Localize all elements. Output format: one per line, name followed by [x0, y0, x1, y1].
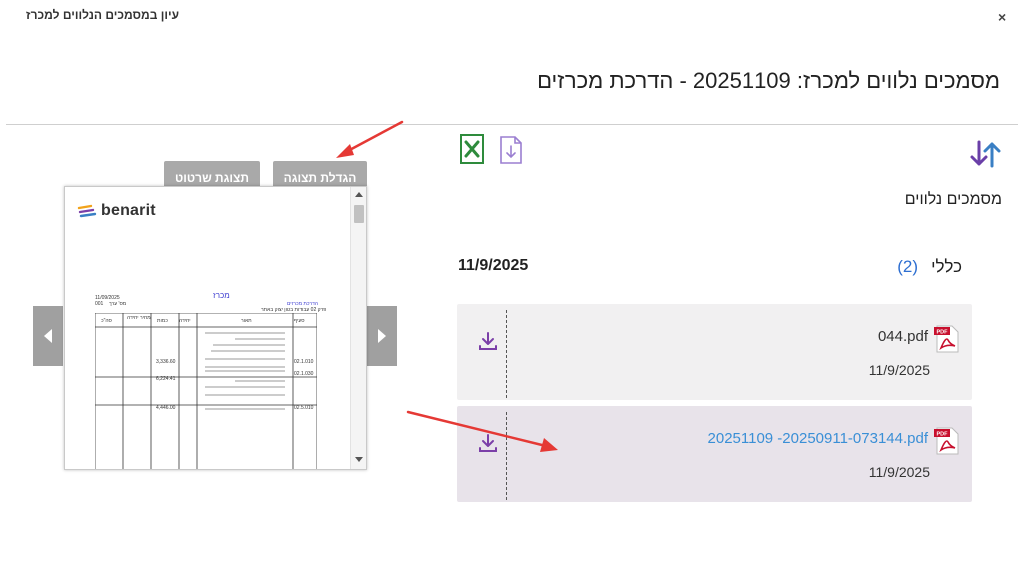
- benarit-logo: benarit: [77, 201, 156, 221]
- section-title: מסמכים נלווים: [904, 191, 1002, 208]
- file-date: 11/9/2025: [868, 464, 930, 480]
- download-icon[interactable]: [477, 330, 499, 352]
- scroll-thumb[interactable]: [354, 205, 364, 223]
- chevron-right-icon: [378, 329, 386, 343]
- card-separator: [506, 310, 507, 398]
- preview-doc-title: מכרז: [213, 291, 230, 300]
- preview-row1-qty: 3,336.60: [156, 359, 176, 365]
- pdf-icon: PDF: [934, 426, 960, 456]
- preview-row3-code: 02.5.010: [294, 405, 314, 411]
- preview-col-unit: יחידה: [179, 318, 191, 324]
- document-card[interactable]: PDF 044.pdf 11/9/2025: [457, 304, 972, 400]
- group-count: (2): [897, 257, 918, 276]
- preview-row2-qty: 6,224.41: [156, 376, 176, 382]
- preview-ref-num: 001: [95, 301, 104, 307]
- previous-page-button[interactable]: [33, 306, 63, 366]
- window-title: עיון במסמכים הנלווים למכרז: [26, 8, 179, 22]
- svg-text:PDF: PDF: [937, 330, 949, 336]
- file-date: 11/9/2025: [868, 362, 930, 378]
- scroll-up-icon[interactable]: [355, 192, 363, 197]
- document-preview[interactable]: benarit מכרז 11/09/2025 מס' ערך 001 הדרכ…: [64, 186, 367, 470]
- document-card-selected[interactable]: PDF 20251109 -20250911-073144.pdf 11/9/2…: [457, 406, 972, 502]
- preview-col-desc: תאור: [241, 318, 252, 324]
- preview-col-total: סה"כ: [101, 318, 112, 324]
- page-title: מסמכים נלווים למכרז: 20251109 - הדרכת מכ…: [537, 68, 1000, 93]
- sort-icon[interactable]: [968, 138, 1004, 170]
- header-divider: [6, 124, 1018, 125]
- download-icon[interactable]: [477, 432, 499, 454]
- chevron-left-icon: [44, 329, 52, 343]
- close-icon[interactable]: ×: [998, 9, 1006, 25]
- preview-col-code: סעיף: [294, 318, 305, 324]
- preview-table: [95, 313, 317, 469]
- download-all-icon[interactable]: [497, 133, 525, 165]
- preview-scrollbar[interactable]: [350, 187, 366, 469]
- scroll-down-icon[interactable]: [355, 457, 363, 462]
- preview-row1-code: 02.1.010: [294, 359, 314, 365]
- preview-col-price: מחיר יחידה: [127, 315, 151, 321]
- preview-col-qty: כמות: [157, 318, 168, 324]
- next-page-button[interactable]: [367, 306, 397, 366]
- excel-export-icon[interactable]: [459, 133, 487, 165]
- file-name-link[interactable]: 20251109 -20250911-073144.pdf: [708, 430, 928, 447]
- group-label: כללי: [931, 257, 962, 276]
- file-name[interactable]: 044.pdf: [878, 328, 928, 345]
- preview-row2-code: 02.1.030: [294, 371, 314, 377]
- window-titlebar: עיון במסמכים הנלווים למכרז ×: [0, 0, 1024, 32]
- group-date: 11/9/2025: [458, 257, 529, 274]
- svg-text:PDF: PDF: [937, 432, 949, 438]
- preview-ref: מס' ערך: [109, 301, 127, 307]
- preview-row3-qty: 4,446.00: [156, 405, 176, 411]
- pdf-icon: PDF: [934, 324, 960, 354]
- card-separator: [506, 412, 507, 500]
